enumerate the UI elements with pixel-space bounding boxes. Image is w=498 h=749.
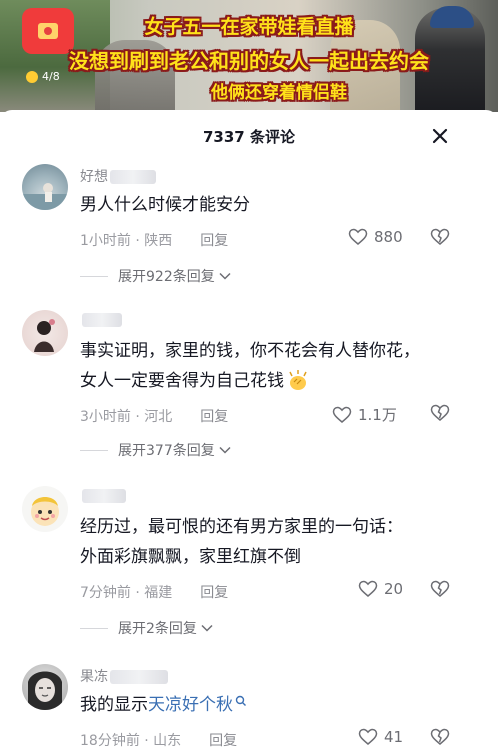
dislike-button[interactable] — [430, 404, 450, 426]
expand-replies-text: 展开2条回复 — [118, 621, 197, 637]
like-button[interactable]: 20 — [358, 580, 403, 598]
reply-button[interactable]: 回复 — [200, 230, 228, 250]
comment-time-location: 7分钟前 · 福建 — [80, 585, 173, 601]
divider-line — [80, 275, 108, 277]
username-text: 好想 — [80, 169, 108, 185]
heart-icon — [358, 728, 378, 745]
comment-text: 男人什么时候才能安分 — [80, 195, 250, 215]
broken-heart-icon — [430, 404, 450, 421]
comment-username[interactable] — [80, 488, 126, 504]
comment-time-location: 18分钟前 · 山东 — [80, 733, 182, 749]
dislike-button[interactable] — [430, 228, 450, 250]
divider-line — [80, 627, 108, 629]
blurred-username — [82, 489, 126, 503]
comment-text-line-1: 经历过，最可恨的还有男方家里的一句话： — [80, 517, 403, 537]
like-count: 880 — [374, 228, 403, 246]
comment-username[interactable]: 果冻 — [80, 666, 168, 686]
comment-text-line-1: 事实证明，家里的钱，你不花会有人替你花， — [80, 341, 420, 361]
comment-text-line-2: 外面彩旗飘飘，家里红旗不倒 — [80, 547, 301, 567]
video-caption-line-3: 他俩还穿着情侣鞋 — [211, 83, 347, 103]
divider-line — [80, 449, 108, 451]
like-count: 20 — [384, 580, 404, 598]
dislike-button[interactable] — [430, 580, 450, 602]
clap-emoji-icon — [289, 370, 307, 390]
close-button[interactable] — [426, 122, 454, 150]
dislike-button[interactable] — [430, 728, 450, 749]
video-background[interactable]: 4/8 女子五一在家带娃看直播 没想到刷到老公和别的女人一起出去约会 他俩还穿着… — [0, 0, 498, 112]
like-button[interactable]: 1.1万 — [332, 404, 397, 425]
broken-heart-icon — [430, 228, 450, 245]
video-caption-line-2: 没想到刷到老公和别的女人一起出去约会 — [69, 49, 429, 73]
comment-username[interactable]: 好想 — [80, 166, 156, 186]
comment-panel: 7337 条评论 好想 男人什么时候才能安分 1小时前 · 陕西 回复 880 … — [0, 110, 498, 749]
comment-text-plain: 我的显示 — [80, 695, 148, 715]
like-button[interactable]: 41 — [358, 728, 403, 746]
search-keyword-link[interactable]: 天凉好个秋 — [148, 690, 233, 720]
heart-icon — [348, 228, 368, 245]
reply-button[interactable]: 回复 — [209, 730, 237, 749]
broken-heart-icon — [430, 728, 450, 745]
comment-username[interactable] — [80, 312, 122, 328]
close-icon — [432, 128, 448, 144]
search-icon[interactable] — [235, 695, 247, 707]
avatar[interactable] — [22, 486, 68, 532]
expand-replies[interactable]: 展开922条回复 — [80, 266, 231, 286]
blurred-username — [110, 170, 156, 184]
broken-heart-icon — [430, 580, 450, 597]
expand-replies[interactable]: 展开2条回复 — [80, 618, 213, 638]
comment-count-title: 7337 条评论 — [203, 128, 295, 146]
comment-text: 我的显示 天凉好个秋 — [80, 690, 480, 720]
comment-meta: 18分钟前 · 山东 回复 — [80, 730, 237, 749]
comment-meta: 7分钟前 · 福建 回复 — [80, 582, 228, 602]
heart-icon — [332, 406, 352, 423]
avatar[interactable] — [22, 310, 68, 356]
comment-meta: 1小时前 · 陕西 回复 — [80, 230, 228, 250]
like-button[interactable]: 880 — [348, 228, 403, 246]
blurred-username — [110, 670, 168, 684]
heart-icon — [358, 580, 378, 597]
blurred-username — [82, 313, 122, 327]
username-text: 果冻 — [80, 669, 108, 685]
chevron-down-icon — [219, 272, 231, 280]
comment-text-line-2-text: 女人一定要舍得为自己花钱 — [80, 371, 284, 391]
like-count: 1.1万 — [358, 406, 397, 424]
expand-replies-text: 展开377条回复 — [118, 443, 215, 459]
avatar[interactable] — [22, 164, 68, 210]
comment-text: 事实证明，家里的钱，你不花会有人替你花， 女人一定要舍得为自己花钱 — [80, 336, 480, 396]
reply-button[interactable]: 回复 — [200, 582, 228, 602]
like-count: 41 — [384, 728, 404, 746]
comment-meta: 3小时前 · 河北 回复 — [80, 406, 228, 426]
reply-button[interactable]: 回复 — [200, 406, 228, 426]
expand-replies[interactable]: 展开377条回复 — [80, 440, 231, 460]
avatar[interactable] — [22, 664, 68, 710]
comment-text: 经历过，最可恨的还有男方家里的一句话： 外面彩旗飘飘，家里红旗不倒 — [80, 512, 480, 572]
expand-replies-text: 展开922条回复 — [118, 269, 215, 285]
chevron-down-icon — [219, 446, 231, 454]
comment-time-location: 1小时前 · 陕西 — [80, 233, 173, 249]
video-caption-line-1: 女子五一在家带娃看直播 — [144, 16, 354, 38]
comment-text-line-2: 女人一定要舍得为自己花钱 — [80, 366, 480, 396]
chevron-down-icon — [201, 624, 213, 632]
comment-time-location: 3小时前 · 河北 — [80, 409, 173, 425]
